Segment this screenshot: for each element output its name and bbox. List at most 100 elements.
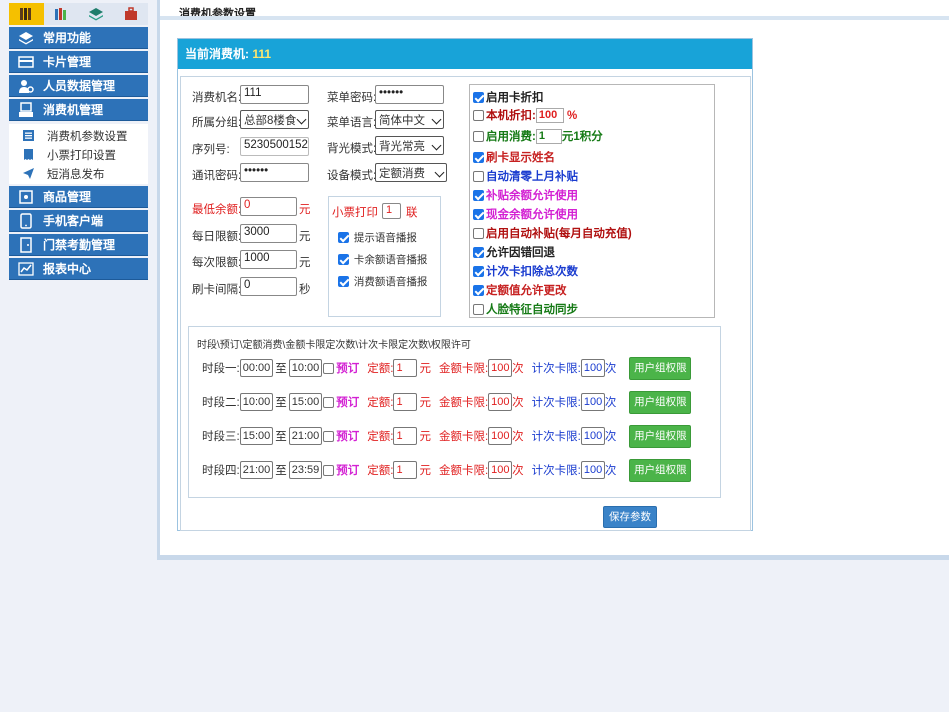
show-name-checkbox[interactable] xyxy=(473,152,484,163)
period-quota-input[interactable]: 1 xyxy=(393,427,418,445)
count-deduct-checkbox[interactable] xyxy=(473,266,484,277)
voice-balance-option[interactable]: 卡余额语音播报 xyxy=(338,252,427,267)
interval-input[interactable]: 0 xyxy=(240,277,297,296)
panel-header-label: 当前消费机: xyxy=(185,47,249,61)
chevron-down-icon xyxy=(434,167,445,178)
menu-common-functions[interactable]: 常用功能 xyxy=(9,27,148,49)
door-icon xyxy=(20,236,32,253)
user-group-permission-button[interactable]: 用户组权限 xyxy=(629,424,692,448)
opt-auto-subsidy[interactable]: 启用自动补贴(每月自动充值) xyxy=(473,225,632,241)
menu-report-center[interactable]: 报表中心 xyxy=(9,258,148,280)
phone-icon xyxy=(20,212,32,229)
menu-access-attendance[interactable]: 门禁考勤管理 xyxy=(9,234,148,256)
local-discount-label: 本机折扣: xyxy=(486,110,536,122)
layers-icon xyxy=(19,31,33,44)
opt-show-name[interactable]: 刷卡显示姓名 xyxy=(473,149,555,165)
voice-prompt-checkbox[interactable] xyxy=(338,232,349,243)
voice-prompt-option[interactable]: 提示语音播报 xyxy=(338,230,417,245)
menu-label: 手机客户端 xyxy=(43,214,104,228)
period-quota-input[interactable]: 1 xyxy=(393,393,418,411)
period-end-input[interactable]: 15:00 xyxy=(288,393,323,411)
voice-balance-checkbox[interactable] xyxy=(338,254,349,265)
period-end-input[interactable]: 23:59 xyxy=(288,461,323,479)
local-discount-input[interactable]: 100 xyxy=(535,108,564,124)
period-count-limit-input[interactable]: 100 xyxy=(580,393,605,411)
user-group-permission-button[interactable]: 用户组权限 xyxy=(629,356,692,380)
opt-count-deduct[interactable]: 计次卡扣除总次数 xyxy=(473,263,578,279)
opt-local-discount[interactable]: 本机折扣: 100 % xyxy=(473,107,577,124)
user-group-permission-button[interactable]: 用户组权限 xyxy=(629,390,692,414)
menu-label: 人员数据管理 xyxy=(43,79,116,93)
top-tab-library[interactable] xyxy=(43,3,79,25)
save-button[interactable]: 保存参数 xyxy=(603,506,657,528)
menu-goods-management[interactable]: 商品管理 xyxy=(9,186,148,208)
opt-enable-discount[interactable]: 启用卡折扣 xyxy=(473,89,544,105)
device-mode-select[interactable]: 定额消费 xyxy=(375,163,447,182)
opt-points[interactable]: 启用消费: 1 元1积分 xyxy=(473,128,603,145)
allow-rollback-checkbox[interactable] xyxy=(473,247,484,258)
opt-allow-rollback[interactable]: 允许因错回退 xyxy=(473,244,555,260)
period-start-input[interactable]: 10:00 xyxy=(239,393,274,411)
allow-cash-checkbox[interactable] xyxy=(473,209,484,220)
user-group-permission-button[interactable]: 用户组权限 xyxy=(629,458,692,482)
min-balance-input[interactable]: 0 xyxy=(240,197,297,216)
face-sync-label: 人脸特征自动同步 xyxy=(486,304,578,316)
period-start-input[interactable]: 15:00 xyxy=(239,427,274,445)
period-amount-limit-input[interactable]: 100 xyxy=(488,359,513,377)
enable-discount-checkbox[interactable] xyxy=(473,92,484,103)
voice-amount-option[interactable]: 消费额语音播报 xyxy=(338,274,427,289)
period-reserve-checkbox[interactable] xyxy=(323,362,335,374)
period-reserve-checkbox[interactable] xyxy=(323,430,335,442)
face-sync-checkbox[interactable] xyxy=(473,304,484,315)
auto-clear-checkbox[interactable] xyxy=(473,171,484,182)
period-quota-input[interactable]: 1 xyxy=(393,359,418,377)
period-count-limit-input[interactable]: 100 xyxy=(580,359,605,377)
menu-language-select[interactable]: 简体中文 xyxy=(375,110,444,129)
period-to-label: 至 xyxy=(275,465,287,477)
period-amount-limit-input[interactable]: 100 xyxy=(488,393,513,411)
top-tab-toolbox[interactable] xyxy=(113,3,148,25)
top-tab-books[interactable] xyxy=(9,3,44,25)
top-tab-layers[interactable] xyxy=(78,3,114,25)
submenu-item-receipt-print[interactable]: 小票打印设置 xyxy=(9,145,148,164)
points-checkbox[interactable] xyxy=(473,131,484,142)
per-limit-input[interactable]: 1000 xyxy=(240,250,297,269)
machine-name-input[interactable]: 111 xyxy=(240,85,309,104)
period-amount-limit-input[interactable]: 100 xyxy=(488,427,513,445)
submenu-item-terminal-params[interactable]: 消费机参数设置 xyxy=(9,126,148,145)
period-quota-input[interactable]: 1 xyxy=(393,461,418,479)
menu-password-input[interactable]: •••••• xyxy=(375,85,444,104)
period-reserve-checkbox[interactable] xyxy=(323,464,335,476)
menu-mobile-client[interactable]: 手机客户端 xyxy=(9,210,148,232)
period-reserve-checkbox[interactable] xyxy=(323,396,335,408)
menu-terminal-management[interactable]: 消费机管理 xyxy=(9,99,148,121)
auto-subsidy-checkbox[interactable] xyxy=(473,228,484,239)
backlight-select[interactable]: 背光常亮 xyxy=(375,136,444,155)
period-start-input[interactable]: 21:00 xyxy=(239,461,274,479)
menu-person-data[interactable]: 人员数据管理 xyxy=(9,75,148,97)
period-end-input[interactable]: 10:00 xyxy=(288,359,323,377)
opt-auto-clear[interactable]: 自动清零上月补贴 xyxy=(473,168,578,184)
points-unit: 元1积分 xyxy=(561,131,603,143)
period-start-input[interactable]: 00:00 xyxy=(239,359,274,377)
submenu-item-sms[interactable]: 短消息发布 xyxy=(9,164,148,183)
voice-amount-checkbox[interactable] xyxy=(338,276,349,287)
comm-password-input[interactable]: •••••• xyxy=(240,163,309,182)
allow-change-checkbox[interactable] xyxy=(473,285,484,296)
period-amount-limit-input[interactable]: 100 xyxy=(488,461,513,479)
ticket-copies-input[interactable]: 1 xyxy=(382,203,401,219)
period-count-limit-input[interactable]: 100 xyxy=(580,461,605,479)
local-discount-checkbox[interactable] xyxy=(473,110,484,121)
opt-allow-cash[interactable]: 现金余额允许使用 xyxy=(473,206,578,222)
period-count-limit-input[interactable]: 100 xyxy=(580,427,605,445)
opt-allow-change[interactable]: 定额值允许更改 xyxy=(473,282,567,298)
group-select[interactable]: 总部8楼食 xyxy=(240,110,309,129)
opt-allow-subsidy[interactable]: 补贴余额允许使用 xyxy=(473,187,578,203)
points-input[interactable]: 1 xyxy=(535,129,562,145)
opt-face-sync[interactable]: 人脸特征自动同步 xyxy=(473,301,578,317)
daily-limit-input[interactable]: 3000 xyxy=(240,224,297,243)
allow-subsidy-checkbox[interactable] xyxy=(473,190,484,201)
menu-card-management[interactable]: 卡片管理 xyxy=(9,51,148,73)
period-end-input[interactable]: 21:00 xyxy=(288,427,323,445)
daily-limit-unit: 元 xyxy=(299,231,311,243)
